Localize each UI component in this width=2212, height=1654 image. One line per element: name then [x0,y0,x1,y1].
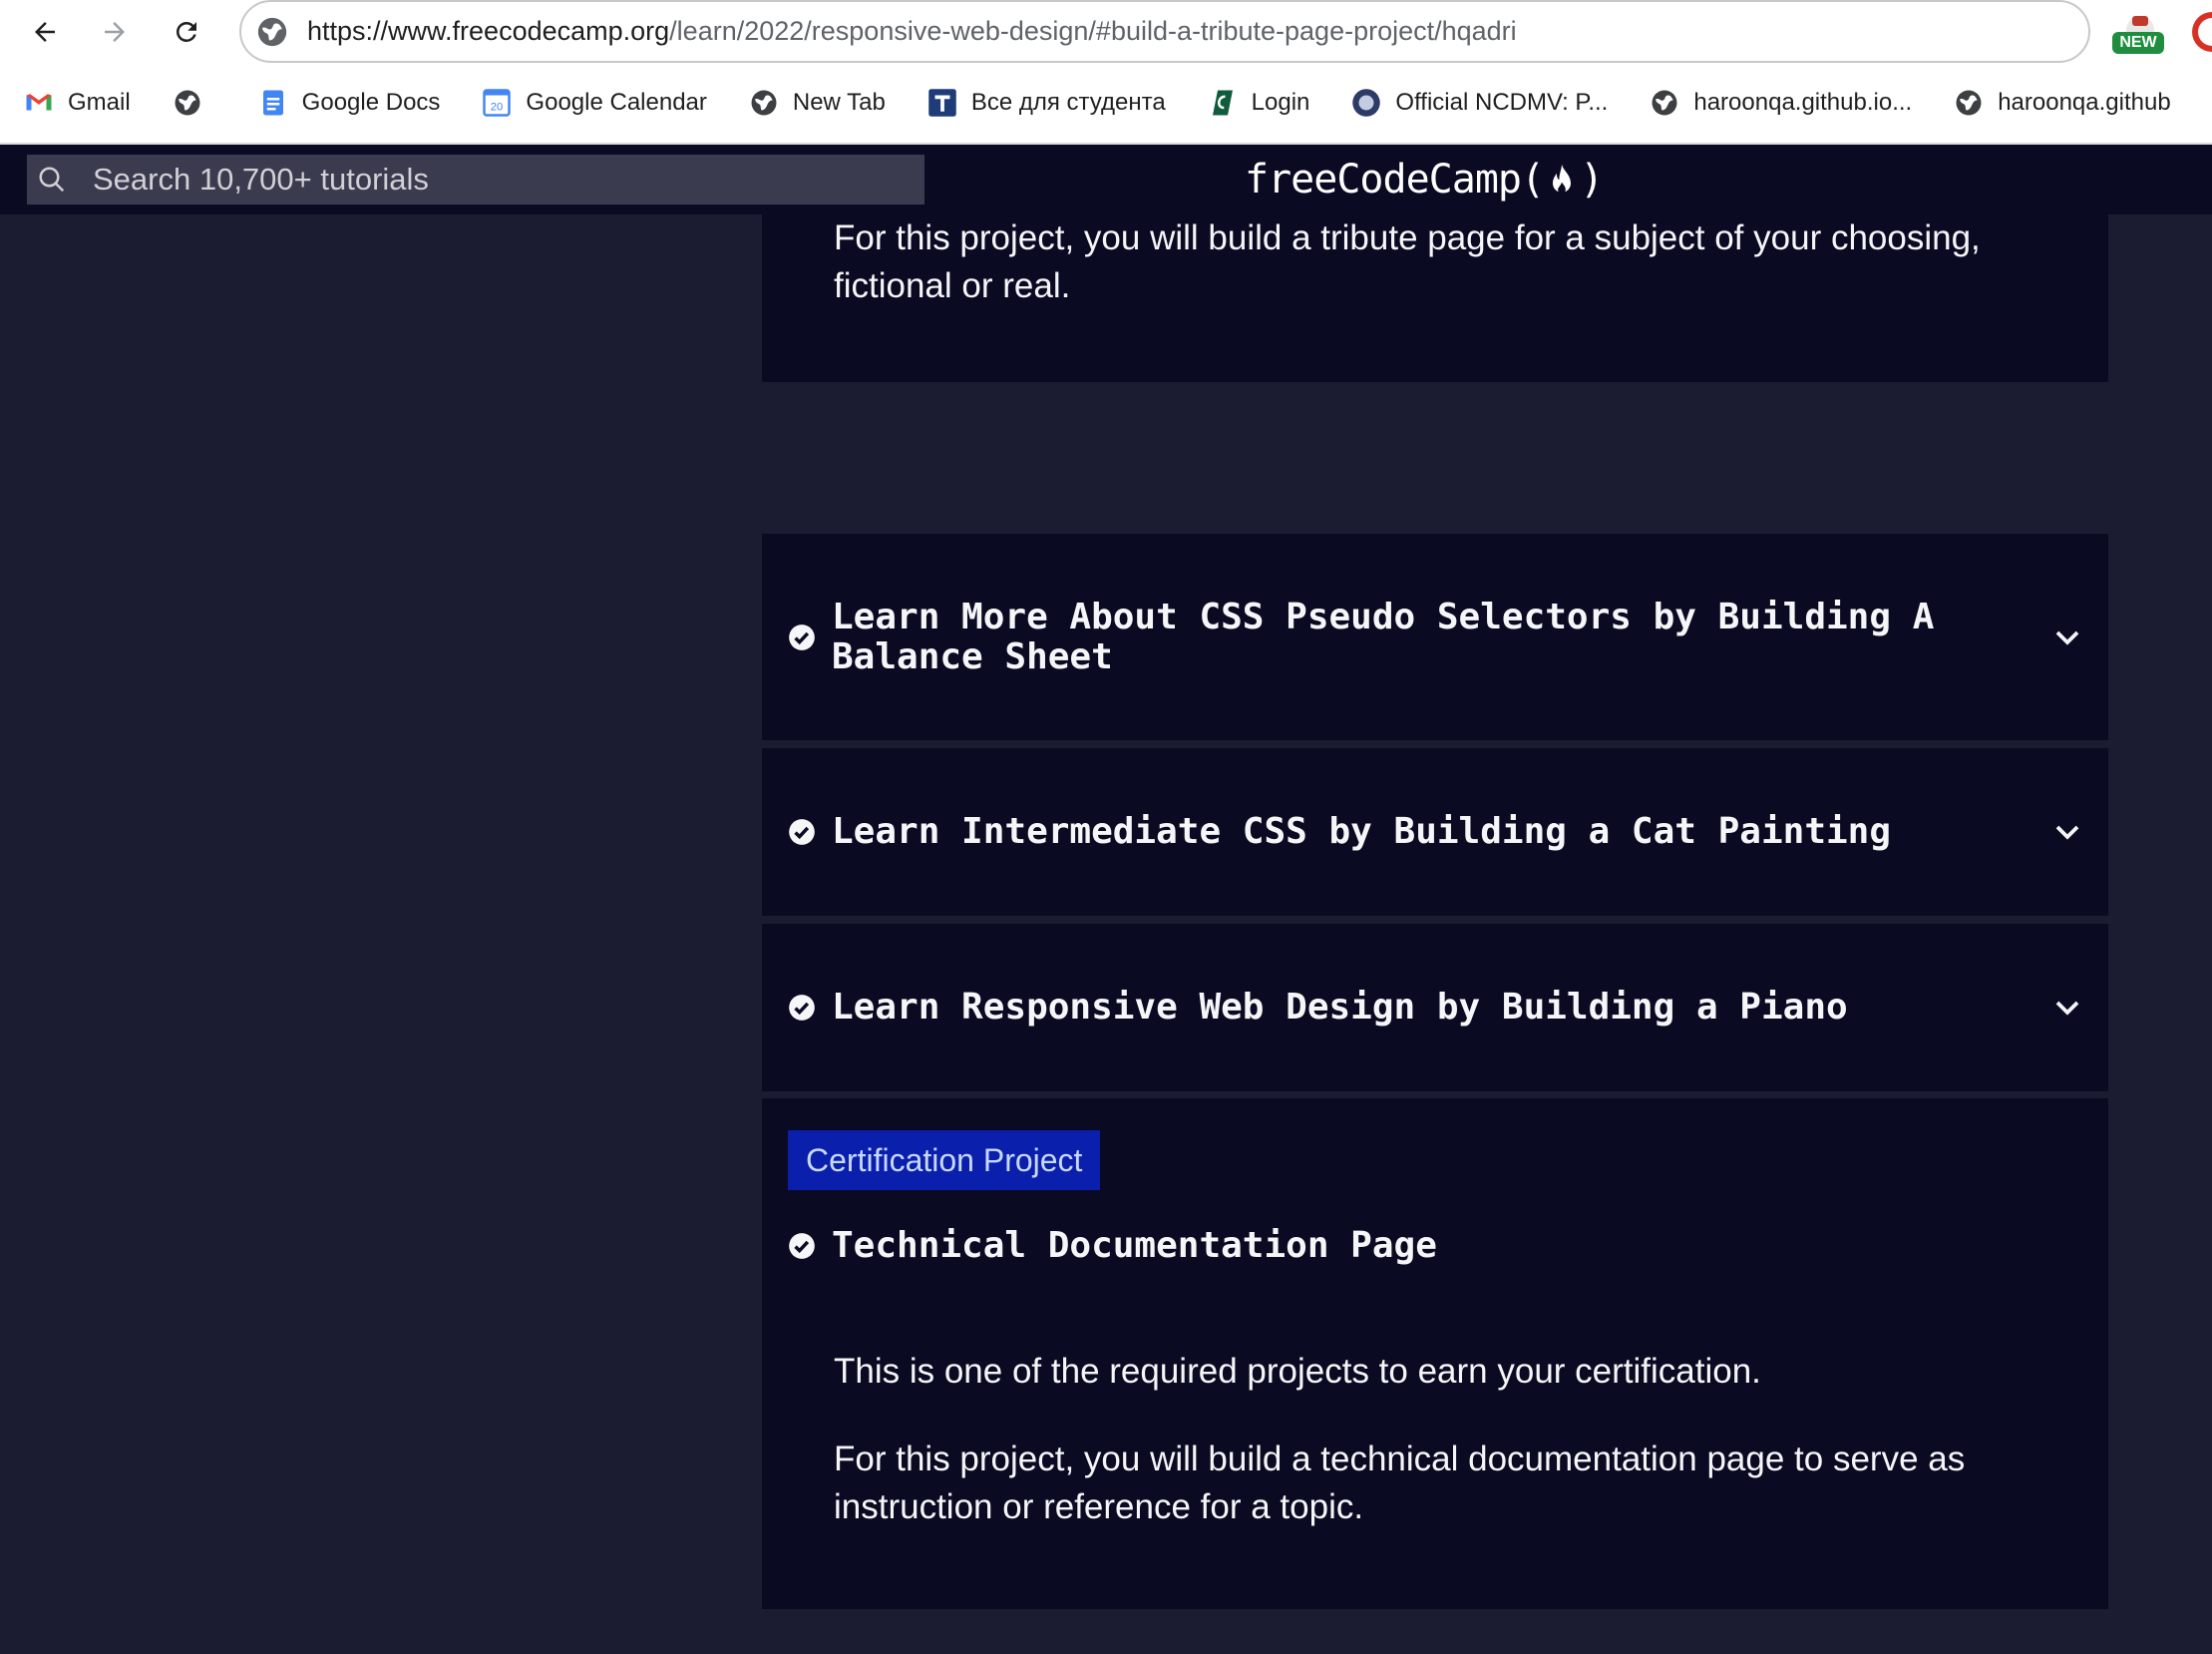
certification-title-row[interactable]: Technical Documentation Page [788,1226,1437,1266]
bookmark-label: New Tab [792,89,886,116]
bookmark-haroonqa-2[interactable]: haroonqa.github [1954,88,2171,118]
bookmarks-bar: Gmail Google Docs 20 Google Calendar New… [0,63,2212,145]
reload-icon [177,21,196,42]
block-title: Learn More About CSS Pseudo Selectors by… [832,596,1935,677]
bookmark-label: Official NCDMV: P... [1395,89,1609,116]
search-icon [39,167,65,193]
bookmark-label: Google Calendar [526,89,707,116]
chevron-down-icon [2055,1001,2079,1016]
block-intermediate-css[interactable]: Learn Intermediate CSS by Building a Cat… [762,748,2108,916]
tribute-description: For this project, you will build a tribu… [834,218,1981,305]
certification-title[interactable]: Technical Documentation Page [832,1226,1437,1266]
arrow-left-icon [35,22,55,42]
url-text: https://www.freecodecamp.org/learn/2022/… [307,16,1517,47]
bookmark-gmail[interactable]: Gmail [24,88,131,118]
bookmark-globe[interactable] [173,88,216,118]
extension-new-badge: NEW [2112,32,2164,54]
check-circle-icon [789,995,815,1021]
globe-icon [175,90,200,116]
certification-requirement-text: This is one of the required projects to … [834,1352,1761,1391]
block-title: Learn Responsive Web Design by Building … [832,987,1848,1028]
bookmark-label: Google Docs [301,89,441,116]
logo-text-right: ) [1580,157,1604,203]
bookmark-google-calendar[interactable]: 20 Google Calendar [482,88,707,118]
bookmark-label: Login [1251,89,1310,116]
globe-icon [1956,90,1982,116]
url-path: /learn/2022/responsive-web-design/#build… [669,16,1517,46]
login-icon [1212,90,1233,116]
flame-icon [1553,164,1572,195]
certification-project-tag: Certification Project [788,1130,1101,1190]
bookmark-ncdmv[interactable]: Official NCDMV: P... [1351,88,1608,118]
block-responsive-web-design[interactable]: Learn Responsive Web Design by Building … [762,924,2108,1091]
browser-toolbar: https://www.freecodecamp.org/learn/2022/… [0,0,2212,63]
bookmark-label: Все для студента [970,89,1166,116]
bookmark-label: Gmail [68,89,131,116]
back-button[interactable] [19,6,71,58]
globe-icon [1652,90,1677,116]
check-circle-icon [789,1233,815,1259]
bookmark-label: haroonqa.github.io... [1693,89,1913,116]
bookmark-haroonqa-1[interactable]: haroonqa.github.io... [1650,88,1912,118]
bookmark-student[interactable]: Все для студента [927,88,1166,118]
globe-icon [751,90,777,116]
certification-project-panel: Certification Project Technical Document… [762,1098,2108,1609]
bookmark-label: haroonqa.github [1998,89,2171,116]
calendar-day: 20 [491,102,504,114]
bookmark-new-tab[interactable]: New Tab [749,88,886,118]
arrow-right-icon [105,22,125,42]
forward-button[interactable] [89,6,141,58]
certification-description: For this project, you will build a techn… [834,1440,1966,1526]
block-css-pseudo-selectors[interactable]: Learn More About CSS Pseudo Selectors by… [762,534,2108,740]
check-circle-icon [789,819,815,845]
address-bar[interactable]: https://www.freecodecamp.org/learn/2022/… [239,0,2090,63]
check-circle-icon [789,623,815,650]
t-icon [928,89,956,117]
url-host: https://www.freecodecamp.org [307,16,670,46]
gmail-icon [26,94,52,111]
bookmark-google-docs[interactable]: Google Docs [258,88,441,118]
fcc-navbar: freeCodeCamp( ) [0,145,2212,214]
logo-text-left: freeCodeCamp( [1245,157,1545,203]
reload-button[interactable] [161,6,212,58]
chevron-down-icon [2055,825,2079,840]
ncdmv-icon [1352,89,1381,117]
tribute-page-panel: For this project, you will build a tribu… [762,214,2108,382]
fcc-logo[interactable]: freeCodeCamp( ) [1245,151,1604,208]
search-input[interactable] [91,161,889,199]
chevron-down-icon [2055,630,2079,645]
site-info-icon[interactable] [255,15,289,49]
search-box[interactable] [27,155,924,205]
bookmark-login[interactable]: Login [1208,88,1310,118]
extension-red-icon[interactable] [2192,12,2212,52]
google-docs-icon [262,90,283,116]
google-calendar-icon: 20 [483,89,512,117]
block-title: Learn Intermediate CSS by Building a Cat… [832,811,1892,852]
